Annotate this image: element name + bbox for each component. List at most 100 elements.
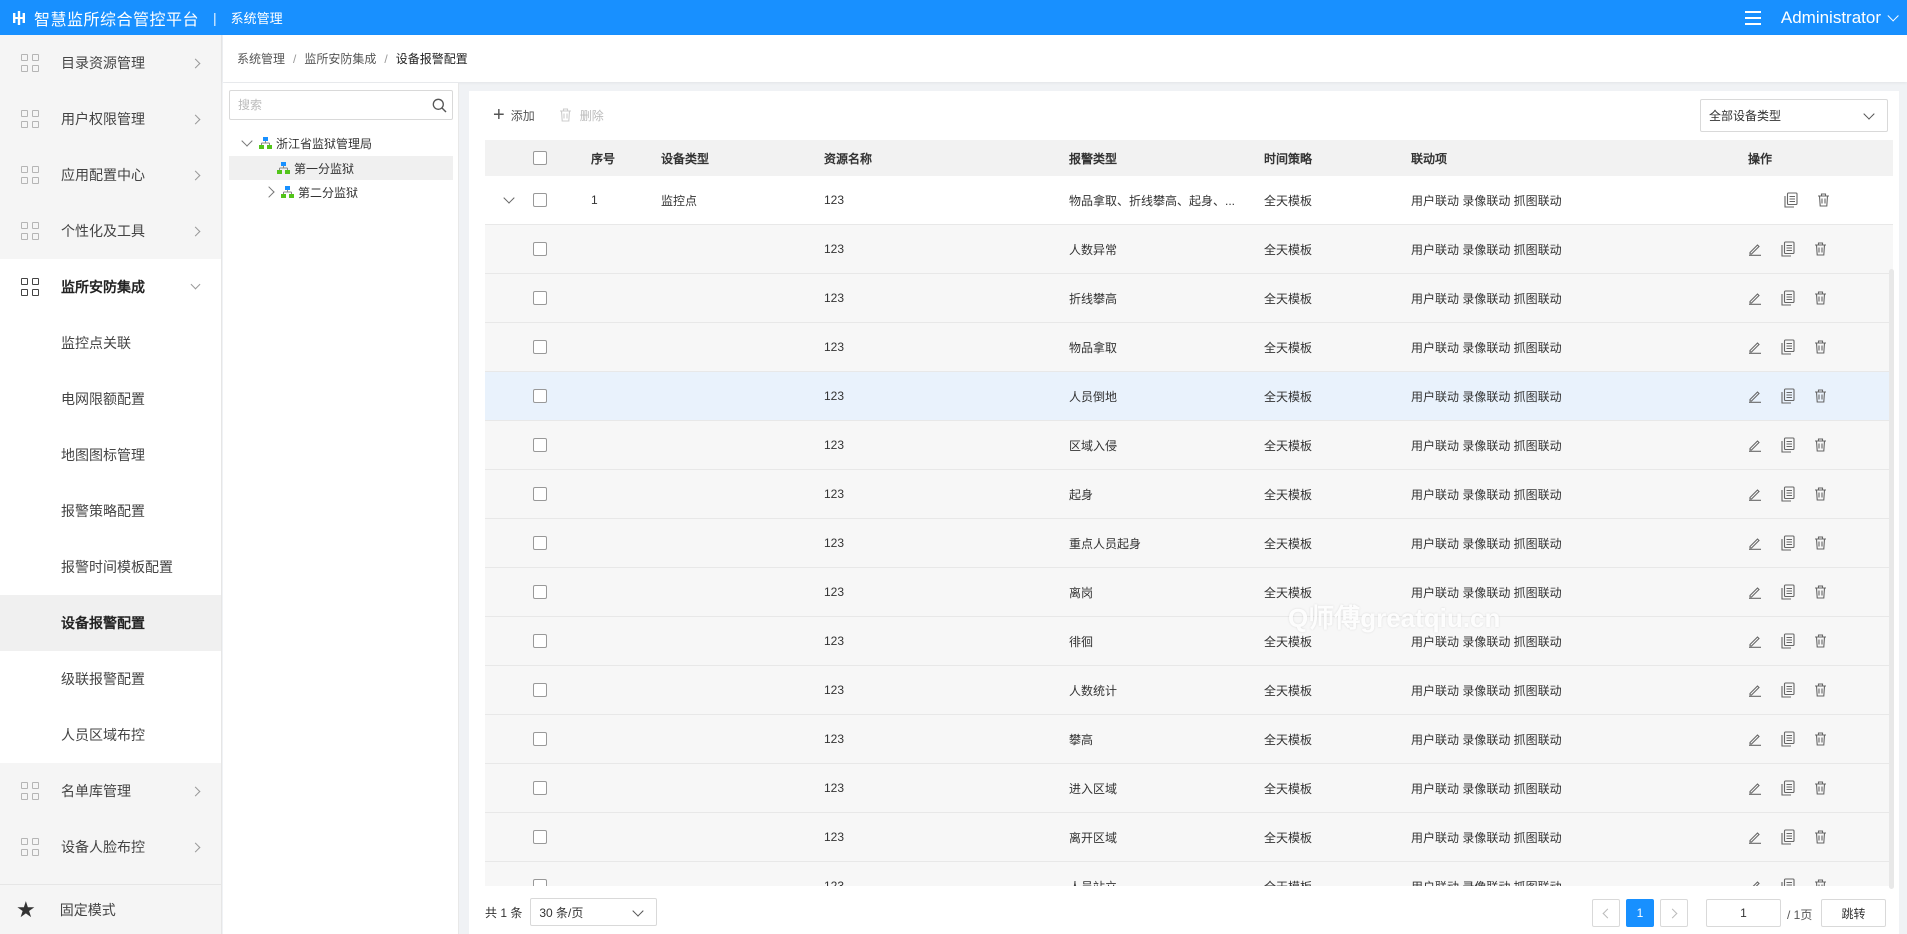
table-row[interactable]: 123 人员倒地 全天模板 用户联动 录像联动 抓图联动 bbox=[485, 372, 1893, 421]
copy-icon[interactable] bbox=[1781, 780, 1795, 796]
edit-icon[interactable] bbox=[1748, 683, 1762, 697]
row-checkbox[interactable] bbox=[533, 389, 547, 403]
edit-icon[interactable] bbox=[1748, 634, 1762, 648]
copy-icon[interactable] bbox=[1781, 829, 1795, 845]
breadcrumb-item[interactable]: 系统管理 bbox=[237, 50, 285, 67]
add-button[interactable]: + 添加 bbox=[493, 105, 535, 125]
sidebar-subitem-grid-limit[interactable]: 电网限额配置 bbox=[0, 371, 221, 427]
table-row[interactable]: 123 人数异常 全天模板 用户联动 录像联动 抓图联动 bbox=[485, 225, 1893, 274]
next-page-button[interactable] bbox=[1660, 899, 1688, 927]
user-menu[interactable]: Administrator bbox=[1781, 8, 1881, 28]
copy-icon[interactable] bbox=[1784, 192, 1798, 208]
sidebar-item-personalization[interactable]: 个性化及工具 bbox=[0, 203, 221, 259]
row-checkbox[interactable] bbox=[533, 438, 547, 452]
edit-icon[interactable] bbox=[1748, 242, 1762, 256]
table-row[interactable]: 123 攀高 全天模板 用户联动 录像联动 抓图联动 bbox=[485, 715, 1893, 764]
tree-node-child[interactable]: 第二分监狱 bbox=[263, 180, 453, 204]
trash-icon[interactable] bbox=[1814, 242, 1827, 256]
page-number-button[interactable]: 1 bbox=[1626, 899, 1654, 927]
trash-icon[interactable] bbox=[1814, 487, 1827, 501]
edit-icon[interactable] bbox=[1748, 389, 1762, 403]
row-checkbox[interactable] bbox=[533, 781, 547, 795]
trash-icon[interactable] bbox=[1814, 732, 1827, 746]
table-row[interactable]: 123 起身 全天模板 用户联动 录像联动 抓图联动 bbox=[485, 470, 1893, 519]
trash-icon[interactable] bbox=[1814, 830, 1827, 844]
select-all-checkbox[interactable] bbox=[533, 151, 547, 165]
page-size-select[interactable]: 30 条/页 bbox=[530, 898, 658, 926]
sidebar-item-user-permission[interactable]: 用户权限管理 bbox=[0, 91, 221, 147]
copy-icon[interactable] bbox=[1781, 633, 1795, 649]
edit-icon[interactable] bbox=[1748, 291, 1762, 305]
search-icon[interactable] bbox=[426, 98, 452, 113]
sidebar-item-app-config[interactable]: 应用配置中心 bbox=[0, 147, 221, 203]
jump-page-input[interactable] bbox=[1706, 899, 1781, 927]
sidebar-subitem-area-control[interactable]: 人员区域布控 bbox=[0, 707, 221, 763]
copy-icon[interactable] bbox=[1781, 437, 1795, 453]
tree-search-input[interactable] bbox=[230, 91, 426, 119]
trash-icon[interactable] bbox=[1814, 634, 1827, 648]
sidebar-subitem-alarm-time-template[interactable]: 报警时间模板配置 bbox=[0, 539, 221, 595]
sidebar-item-face-control[interactable]: 设备人脸布控 bbox=[0, 819, 221, 875]
row-checkbox[interactable] bbox=[533, 487, 547, 501]
edit-icon[interactable] bbox=[1748, 487, 1762, 501]
chevron-down-icon[interactable] bbox=[241, 135, 253, 147]
edit-icon[interactable] bbox=[1748, 536, 1762, 550]
edit-icon[interactable] bbox=[1748, 781, 1762, 795]
row-checkbox[interactable] bbox=[533, 340, 547, 354]
edit-icon[interactable] bbox=[1748, 340, 1762, 354]
trash-icon[interactable] bbox=[1814, 781, 1827, 795]
chevron-down-icon[interactable] bbox=[1887, 9, 1899, 22]
table-row[interactable]: 123 进入区域 全天模板 用户联动 录像联动 抓图联动 bbox=[485, 764, 1893, 813]
chevron-right-icon[interactable] bbox=[263, 186, 275, 198]
table-row[interactable]: 123 重点人员起身 全天模板 用户联动 录像联动 抓图联动 bbox=[485, 519, 1893, 568]
sidebar-subitem-monitor-link[interactable]: 监控点关联 bbox=[0, 315, 221, 371]
copy-icon[interactable] bbox=[1781, 339, 1795, 355]
edit-icon[interactable] bbox=[1748, 732, 1762, 746]
table-row[interactable]: 123 折线攀高 全天模板 用户联动 录像联动 抓图联动 bbox=[485, 274, 1893, 323]
sidebar-subitem-cascade-alarm[interactable]: 级联报警配置 bbox=[0, 651, 221, 707]
table-row[interactable]: 123 区域入侵 全天模板 用户联动 录像联动 抓图联动 bbox=[485, 421, 1893, 470]
tree-node-root[interactable]: 浙江省监狱管理局 bbox=[241, 131, 453, 155]
trash-icon[interactable] bbox=[1814, 683, 1827, 697]
table-row[interactable]: 123 徘徊 全天模板 用户联动 录像联动 抓图联动 bbox=[485, 617, 1893, 666]
copy-icon[interactable] bbox=[1781, 290, 1795, 306]
breadcrumb-item[interactable]: 监所安防集成 bbox=[304, 50, 376, 67]
trash-icon[interactable] bbox=[1814, 340, 1827, 354]
expand-chevron-icon[interactable] bbox=[503, 192, 515, 204]
table-row[interactable]: 123 人员站立全天模板用户联动 录像联动 抓图联动 bbox=[485, 862, 1893, 886]
row-checkbox[interactable] bbox=[533, 585, 547, 599]
table-row[interactable]: 123 离岗 全天模板 用户联动 录像联动 抓图联动 bbox=[485, 568, 1893, 617]
table-row[interactable]: 123 人数统计 全天模板 用户联动 录像联动 抓图联动 bbox=[485, 666, 1893, 715]
sidebar-item-catalog[interactable]: 目录资源管理 bbox=[0, 35, 221, 91]
prev-page-button[interactable] bbox=[1592, 899, 1620, 927]
sidebar-subitem-map-icon[interactable]: 地图图标管理 bbox=[0, 427, 221, 483]
menu-icon[interactable] bbox=[1744, 10, 1761, 25]
device-type-select[interactable]: 全部设备类型 bbox=[1700, 99, 1888, 132]
fixed-mode-toggle[interactable]: ★ 固定模式 bbox=[0, 884, 221, 934]
copy-icon[interactable] bbox=[1781, 535, 1795, 551]
trash-icon[interactable] bbox=[1814, 879, 1827, 886]
edit-icon[interactable] bbox=[1748, 830, 1762, 844]
row-checkbox[interactable] bbox=[533, 291, 547, 305]
copy-icon[interactable] bbox=[1781, 486, 1795, 502]
jump-button[interactable]: 跳转 bbox=[1821, 899, 1886, 927]
trash-icon[interactable] bbox=[1814, 536, 1827, 550]
edit-icon[interactable] bbox=[1748, 438, 1762, 452]
trash-icon[interactable] bbox=[1814, 438, 1827, 452]
table-row-parent[interactable]: 1 监控点 123 物品拿取、折线攀高、起身、... 全天模板 用户联动 录像联… bbox=[485, 176, 1893, 225]
edit-icon[interactable] bbox=[1748, 879, 1762, 886]
trash-icon[interactable] bbox=[1814, 389, 1827, 403]
row-checkbox[interactable] bbox=[533, 732, 547, 746]
row-checkbox[interactable] bbox=[533, 536, 547, 550]
sidebar-subitem-device-alarm[interactable]: 设备报警配置 bbox=[0, 595, 221, 651]
copy-icon[interactable] bbox=[1781, 388, 1795, 404]
trash-icon[interactable] bbox=[1817, 193, 1830, 207]
trash-icon[interactable] bbox=[1814, 291, 1827, 305]
row-checkbox[interactable] bbox=[533, 634, 547, 648]
row-checkbox[interactable] bbox=[533, 683, 547, 697]
row-checkbox[interactable] bbox=[533, 879, 547, 886]
table-row[interactable]: 123 物品拿取 全天模板 用户联动 录像联动 抓图联动 bbox=[485, 323, 1893, 372]
table-scrollbar[interactable] bbox=[1889, 269, 1894, 889]
trash-icon[interactable] bbox=[1814, 585, 1827, 599]
table-row[interactable]: 123 离开区域 全天模板 用户联动 录像联动 抓图联动 bbox=[485, 813, 1893, 862]
